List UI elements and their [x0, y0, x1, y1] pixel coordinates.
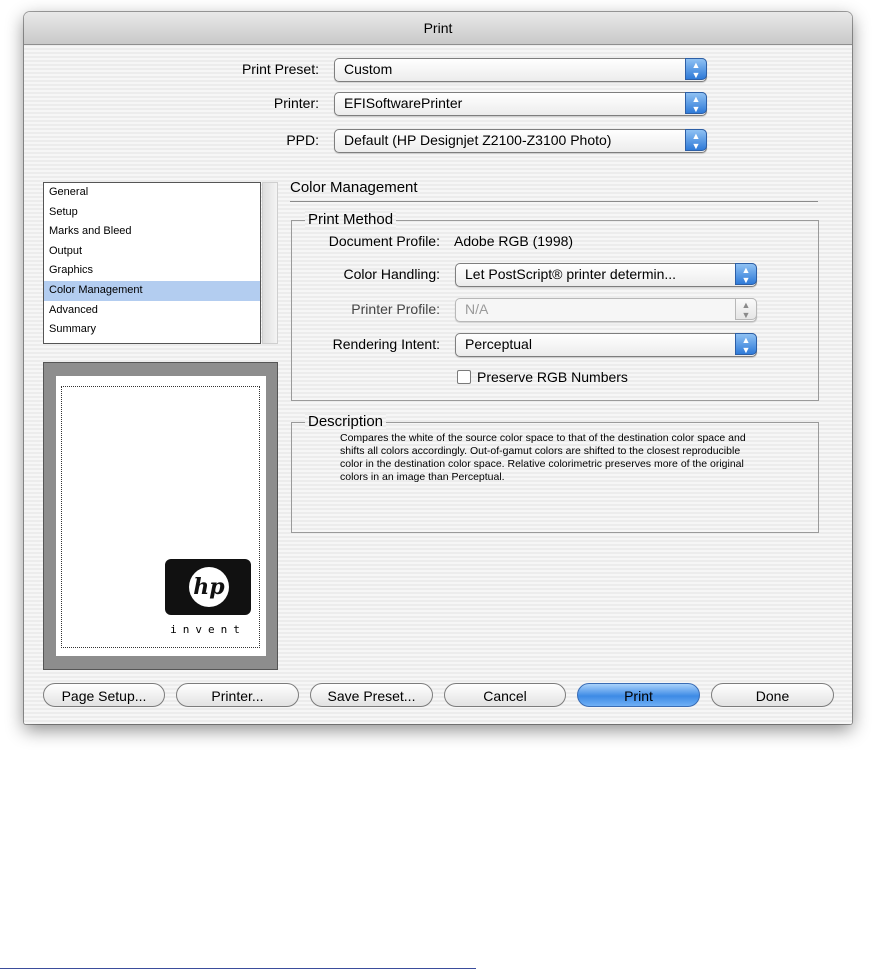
panel-list-item-color-management[interactable]: Color Management	[44, 280, 260, 301]
up-down-arrows-icon: ▲ ▼	[735, 333, 757, 355]
up-down-arrows-icon: ▲ ▼	[685, 58, 707, 80]
printer-button[interactable]: Printer...	[176, 683, 299, 707]
page-setup-button[interactable]: Page Setup...	[43, 683, 165, 707]
up-down-arrows-icon: ▲ ▼	[685, 92, 707, 114]
preserve-rgb-checkbox[interactable]	[457, 370, 471, 384]
printer-popup[interactable]: EFISoftwarePrinter ▲ ▼	[334, 92, 707, 116]
panel-list-item-marks-and-bleed[interactable]: Marks and Bleed	[44, 222, 260, 242]
list-scrollbar[interactable]	[262, 182, 278, 344]
printer-profile-popup: N/A ▲ ▼	[455, 298, 757, 322]
hp-tagline: invent	[170, 623, 246, 636]
print-preset-value: Custom	[344, 61, 393, 77]
rendering-intent-popup[interactable]: Perceptual ▲ ▼	[455, 333, 757, 357]
rendering-intent-label: Rendering Intent:	[332, 336, 440, 352]
ppd-value: Default (HP Designjet Z2100-Z3100 Photo)	[344, 132, 612, 148]
description-text: Compares the white of the source color s…	[340, 432, 746, 483]
color-handling-value: Let PostScript® printer determin...	[465, 266, 677, 282]
panel-list-item-general[interactable]: General	[44, 183, 260, 203]
document-profile-value: Adobe RGB (1998)	[454, 233, 574, 249]
page-footer-rule	[0, 968, 476, 969]
panel-list-item-output[interactable]: Output	[44, 242, 260, 262]
panel-list: General Setup Marks and Bleed Output Gra…	[43, 182, 261, 344]
printer-value: EFISoftwarePrinter	[344, 95, 463, 111]
description-title: Description	[305, 413, 387, 430]
panel-title-divider	[290, 201, 818, 202]
ppd-popup[interactable]: Default (HP Designjet Z2100-Z3100 Photo)…	[334, 129, 707, 153]
ppd-label: PPD:	[286, 132, 319, 148]
panel-list-item-setup[interactable]: Setup	[44, 203, 260, 223]
printer-profile-value: N/A	[465, 301, 489, 317]
document-profile-label: Document Profile:	[328, 233, 440, 249]
save-preset-button[interactable]: Save Preset...	[310, 683, 433, 707]
print-method-title: Print Method	[305, 211, 397, 228]
print-preset-label: Print Preset:	[241, 61, 319, 77]
preserve-rgb-label[interactable]: Preserve RGB Numbers	[477, 369, 628, 385]
rendering-intent-value: Perceptual	[465, 336, 532, 352]
page-preview: hp invent	[43, 362, 278, 670]
printer-profile-label: Printer Profile:	[351, 301, 440, 317]
panel-title: Color Management	[290, 179, 418, 196]
up-down-arrows-icon: ▲ ▼	[735, 298, 757, 320]
color-handling-label: Color Handling:	[343, 266, 441, 282]
print-dialog: Print Print Preset: Custom ▲ ▼ Printer: E…	[24, 12, 852, 724]
window-title: Print	[24, 12, 852, 45]
hp-logo-mark: hp	[189, 567, 229, 607]
panel-list-item-graphics[interactable]: Graphics	[44, 261, 260, 281]
color-handling-popup[interactable]: Let PostScript® printer determin... ▲ ▼	[455, 263, 757, 287]
up-down-arrows-icon: ▲ ▼	[735, 263, 757, 285]
panel-list-item-summary[interactable]: Summary	[44, 320, 260, 340]
cancel-button[interactable]: Cancel	[444, 683, 566, 707]
hp-logo: hp	[165, 559, 251, 615]
panel-list-item-advanced[interactable]: Advanced	[44, 301, 260, 321]
up-down-arrows-icon: ▲ ▼	[685, 129, 707, 151]
print-button[interactable]: Print	[577, 683, 700, 707]
done-button[interactable]: Done	[711, 683, 834, 707]
printer-label: Printer:	[273, 95, 319, 111]
print-preset-popup[interactable]: Custom ▲ ▼	[334, 58, 707, 82]
paper-sheet: hp invent	[56, 376, 266, 656]
